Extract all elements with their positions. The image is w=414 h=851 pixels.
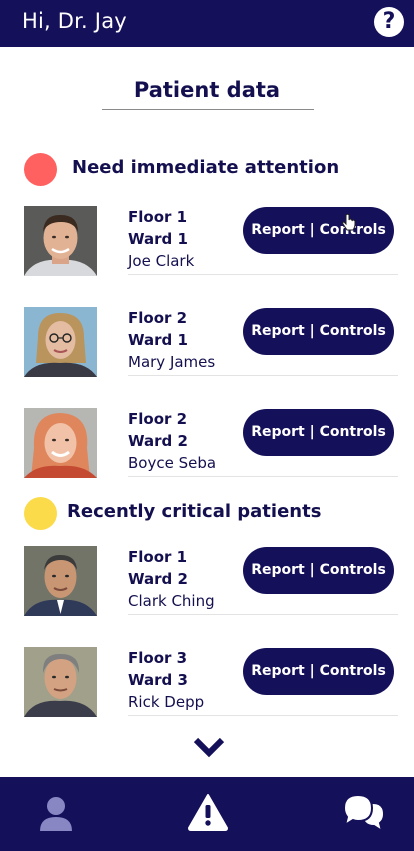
patient-info: Floor 1 Ward 1 Joe Clark: [128, 206, 194, 272]
patient-ward: Ward 2: [128, 432, 188, 450]
patient-ward: Ward 2: [128, 570, 188, 588]
report-controls-button[interactable]: Report | Controls: [243, 547, 394, 594]
patient-row: Floor 3 Ward 3 Rick Depp Report | Contro…: [24, 647, 398, 717]
patient-avatar: [24, 546, 97, 616]
patient-row: Floor 2 Ward 1 Mary James Report | Contr…: [24, 307, 398, 377]
patient-floor: Floor 1: [128, 548, 188, 566]
patient-ward: Ward 1: [128, 230, 188, 248]
page-title: Patient data: [133, 78, 281, 102]
greeting-text: Hi, Dr. Jay: [22, 9, 127, 33]
bottom-nav: [0, 777, 414, 851]
row-divider: [128, 274, 398, 275]
patient-floor: Floor 3: [128, 649, 188, 667]
chevron-down-icon[interactable]: [193, 736, 225, 760]
report-controls-button[interactable]: Report | Controls: [243, 409, 394, 456]
patient-ward: Ward 3: [128, 671, 188, 689]
alert-triangle-icon[interactable]: [187, 793, 229, 831]
patient-name: Clark Ching: [128, 592, 215, 610]
patient-name: Mary James: [128, 353, 216, 371]
patient-row: Floor 2 Ward 2 Boyce Seba Report | Contr…: [24, 408, 398, 478]
title-underline: [102, 109, 314, 110]
hand-cursor-icon: [342, 214, 356, 231]
patient-floor: Floor 1: [128, 208, 188, 226]
row-divider: [128, 476, 398, 477]
patient-info: Floor 1 Ward 2 Clark Ching: [128, 546, 215, 612]
patient-info: Floor 2 Ward 2 Boyce Seba: [128, 408, 216, 474]
patient-name: Joe Clark: [128, 252, 195, 270]
section-label: Recently critical patients: [67, 501, 322, 522]
warning-status-dot: [24, 497, 57, 530]
app-header: Hi, Dr. Jay ?: [0, 0, 414, 47]
section-label: Need immediate attention: [72, 157, 340, 178]
chat-bubbles-icon[interactable]: [342, 793, 386, 835]
user-icon[interactable]: [38, 795, 74, 831]
patient-name: Rick Depp: [128, 693, 205, 711]
patient-floor: Floor 2: [128, 410, 188, 428]
patient-row: Floor 1 Ward 1 Joe Clark Report | Contro…: [24, 206, 398, 276]
patient-ward: Ward 1: [128, 331, 188, 349]
row-divider: [128, 614, 398, 615]
report-controls-button[interactable]: Report | Controls: [243, 648, 394, 695]
patient-avatar: [24, 647, 97, 717]
patient-name: Boyce Seba: [128, 454, 217, 472]
row-divider: [128, 375, 398, 376]
report-controls-button[interactable]: Report | Controls: [243, 207, 394, 254]
question-circle-icon[interactable]: ?: [374, 7, 404, 37]
row-divider: [128, 715, 398, 716]
patient-avatar: [24, 408, 97, 478]
patient-row: Floor 1 Ward 2 Clark Ching Report | Cont…: [24, 546, 398, 616]
patient-info: Floor 3 Ward 3 Rick Depp: [128, 647, 204, 713]
urgent-status-dot: [24, 153, 57, 186]
patient-floor: Floor 2: [128, 309, 188, 327]
patient-avatar: [24, 307, 97, 377]
patient-avatar: [24, 206, 97, 276]
report-controls-button[interactable]: Report | Controls: [243, 308, 394, 355]
patient-info: Floor 2 Ward 1 Mary James: [128, 307, 215, 373]
